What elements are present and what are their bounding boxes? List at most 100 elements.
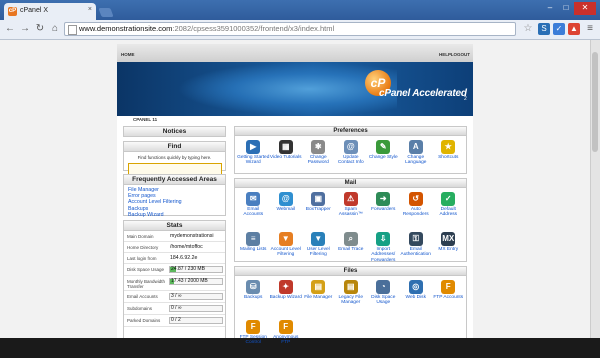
find-hint: Find functions quickly by typing here. <box>137 155 212 160</box>
feature-item[interactable]: ▦ Video Tutorials <box>270 138 303 178</box>
feature-label: FTP Accounts <box>433 295 464 300</box>
feature-item[interactable]: ✎ Change Style <box>367 138 400 178</box>
feature-label: Shortcuts <box>438 155 459 160</box>
tab-strip: cP cPanel X × – □ ✕ <box>0 0 600 20</box>
feature-item[interactable]: ✓ Default Address <box>432 190 465 230</box>
extension-icon[interactable]: ▲ <box>568 23 580 35</box>
stats-label: Monthly Bandwidth Transfer <box>127 279 166 289</box>
feature-item[interactable]: ▣ BoxTrapper <box>302 190 335 230</box>
preferences-panel: Preferences ▶ Getting Started Wizard ▦ Vide… <box>234 126 467 174</box>
mail-title[interactable]: Mail <box>235 179 466 188</box>
feature-item[interactable]: ▼ Account Level Filtering <box>270 230 303 270</box>
extension-icon[interactable]: ✓ <box>553 23 565 35</box>
feature-label: Default Address <box>439 207 458 218</box>
feature-item[interactable]: ▼ User Level Filtering <box>302 230 335 270</box>
minimize-button[interactable]: – <box>542 2 558 15</box>
feature-item[interactable]: ✦ Backup Wizard <box>270 278 303 318</box>
feature-item[interactable]: ▤ Legacy File Manager <box>335 278 368 318</box>
frequent-areas-panel: Frequently Accessed Areas File Manager Er… <box>123 174 226 218</box>
feature-label: Email Trace <box>338 247 364 252</box>
world-map-graphic <box>177 62 397 116</box>
home-link[interactable]: HOME <box>121 52 135 57</box>
feature-item[interactable]: ⛁ Backups <box>237 278 270 318</box>
envelope-icon: ✉ <box>246 192 261 206</box>
feature-item[interactable]: ⚿ Email Authentication <box>400 230 433 270</box>
feature-item[interactable]: F FTP Session Control <box>237 318 270 358</box>
scrollbar-thumb[interactable] <box>592 52 598 152</box>
stats-row: Subdomains 0 / ∞ <box>124 303 225 315</box>
feature-item[interactable]: @ Update Contact Info <box>335 138 368 178</box>
feature-item[interactable]: ★ Shortcuts <box>432 138 465 178</box>
bookmark-star-icon[interactable]: ☆ <box>522 23 534 35</box>
main-content: Notices Find Find functions quickly by t… <box>117 124 473 345</box>
boxtrapper-icon: ▣ <box>311 192 326 206</box>
feature-item[interactable]: A Change Language <box>400 138 433 178</box>
maximize-button[interactable]: □ <box>558 2 574 15</box>
close-window-button[interactable]: ✕ <box>574 2 596 15</box>
feature-item[interactable]: ⚠ Spam Assassin™ <box>335 190 368 230</box>
feature-label: Disk Space Usage <box>371 295 396 306</box>
feature-item[interactable]: F FTP Accounts <box>432 278 465 318</box>
reload-icon[interactable]: ↻ <box>34 23 46 35</box>
preferences-title[interactable]: Preferences <box>235 127 466 136</box>
feature-item[interactable]: ➜ Forwarders <box>367 190 400 230</box>
frequent-areas-list: File Manager Error pages Account Level Fil… <box>124 185 225 218</box>
tab-title: cPanel X <box>20 7 49 14</box>
stats-label: Main Domain <box>127 234 154 239</box>
feature-label: Web Disk <box>405 295 426 300</box>
feature-item[interactable]: ◎ Web Disk <box>400 278 433 318</box>
backups-icon: ⛁ <box>246 280 261 294</box>
back-arrow-icon[interactable]: ← <box>4 23 16 35</box>
browser-tab[interactable]: cP cPanel X × <box>4 3 96 20</box>
feature-label: Getting Started Wizard <box>237 155 270 166</box>
stats-label: Subdomains <box>127 306 153 311</box>
feature-label: Backups <box>244 295 263 300</box>
feature-label: File Manager <box>304 295 333 300</box>
feature-label: Email Authentication <box>400 247 431 258</box>
feature-item[interactable]: F Anonymous FTP <box>270 318 303 358</box>
url-path: :2082/cpsess3591000352/frontend/x3/index… <box>172 24 335 33</box>
page-scrollbar[interactable] <box>590 40 600 338</box>
anonymous-ftp-icon: F <box>278 320 293 334</box>
files-grid: ⛁ Backups ✦ Backup Wizard ▤ File Manager ▤ Lega… <box>235 276 466 358</box>
extension-icon[interactable]: S <box>538 23 550 35</box>
feature-label: Video Tutorials <box>269 155 302 160</box>
feature-item[interactable]: @ Webmail <box>270 190 303 230</box>
stats-row: Last login from 184.6.92.2e <box>124 253 225 264</box>
feature-item[interactable]: ↺ Auto Responders <box>400 190 433 230</box>
disk-usage-icon: ◔ <box>376 280 391 294</box>
stats-value: 24.87 / 230 MB <box>171 266 205 272</box>
feature-item[interactable]: ◔ Disk Space Usage <box>367 278 400 318</box>
style-icon: ✎ <box>376 140 391 154</box>
stats-table: Main Domain mydemonstrationsi Home Directo… <box>124 231 225 327</box>
feature-item[interactable]: MX MX Entry <box>432 230 465 270</box>
cpanel-header: HOME HELP LOGOUT cP cPanel Accelerated 2 <box>117 44 473 116</box>
feature-item[interactable]: ▶ Getting Started Wizard <box>237 138 270 178</box>
feature-label: Anonymous FTP <box>273 335 299 346</box>
stats-row: Home Directory/home/mtoffoc <box>124 242 225 253</box>
frequent-area-link[interactable]: Backup Wizard <box>128 212 225 218</box>
menu-icon[interactable]: ≡ <box>584 23 596 35</box>
new-tab-button[interactable] <box>98 8 114 17</box>
address-bar[interactable]: www.demonstrationsite.com:2082/cpsess359… <box>64 22 516 36</box>
logout-link[interactable]: LOGOUT <box>451 52 470 57</box>
home-icon[interactable]: ⌂ <box>49 23 61 35</box>
forward-arrow-icon[interactable]: → <box>19 23 31 35</box>
files-title[interactable]: Files <box>235 267 466 276</box>
breadcrumb-label[interactable]: CPANEL 11 <box>133 117 157 122</box>
feature-item[interactable]: ⇩ Import Addresses/ Forwarders <box>367 230 400 270</box>
feature-label: Change Style <box>368 155 398 160</box>
feature-item[interactable]: ✉ Email Accounts <box>237 190 270 230</box>
feature-item[interactable]: ⌕ Email Trace <box>335 230 368 270</box>
feature-item[interactable]: ≡ Mailing Lists <box>237 230 270 270</box>
page-viewport: HOME HELP LOGOUT cP cPanel Accelerated 2… <box>0 40 600 345</box>
feature-item[interactable]: ▤ File Manager <box>302 278 335 318</box>
tab-close-icon[interactable]: × <box>88 6 92 13</box>
stats-row: Email Accounts 3 / ∞ <box>124 291 225 303</box>
help-link[interactable]: HELP <box>439 52 451 57</box>
feature-item[interactable]: ✱ Change Password <box>302 138 335 178</box>
stats-value: 3 / ∞ <box>171 293 182 299</box>
notices-title[interactable]: Notices <box>124 127 225 137</box>
film-icon: ▦ <box>278 140 293 154</box>
webmail-icon: @ <box>278 192 293 206</box>
